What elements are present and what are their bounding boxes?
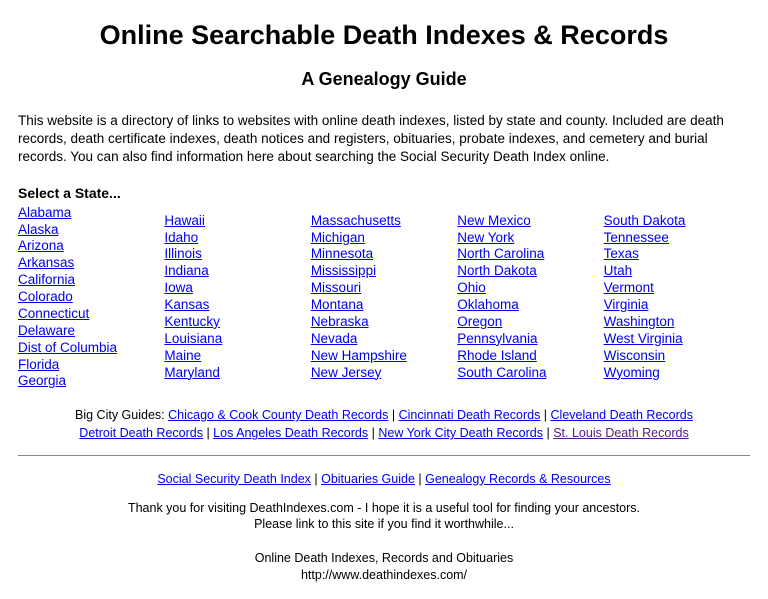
state-link[interactable]: Maine [164,348,310,365]
state-link[interactable]: Kansas [164,297,310,314]
city-link[interactable]: Cincinnati Death Records [399,408,541,422]
state-link[interactable]: Massachusetts [311,213,457,230]
state-link[interactable]: Illinois [164,246,310,263]
intro-text: This website is a directory of links to … [18,112,750,167]
state-link[interactable]: Maryland [164,365,310,382]
state-link[interactable]: Indiana [164,263,310,280]
state-link[interactable]: Rhode Island [457,348,603,365]
state-link[interactable]: Arkansas [18,255,164,272]
state-link[interactable]: Texas [604,246,750,263]
state-link[interactable]: Oklahoma [457,297,603,314]
state-link[interactable]: South Carolina [457,365,603,382]
state-link[interactable]: New Hampshire [311,348,457,365]
state-link[interactable]: Alabama [18,205,164,222]
state-link[interactable]: Michigan [311,230,457,247]
state-link[interactable]: Colorado [18,289,164,306]
state-link[interactable]: Nebraska [311,314,457,331]
state-link[interactable]: Alaska [18,222,164,239]
divider [18,455,750,456]
city-link[interactable]: Cleveland Death Records [551,408,693,422]
page-subtitle: A Genealogy Guide [18,69,750,90]
state-link[interactable]: Hawaii [164,213,310,230]
city-link[interactable]: Los Angeles Death Records [213,426,368,440]
state-link[interactable]: Connecticut [18,306,164,323]
state-link[interactable]: Iowa [164,280,310,297]
state-link[interactable]: Mississippi [311,263,457,280]
state-link[interactable]: Virginia [604,297,750,314]
footer-link[interactable]: Genealogy Records & Resources [425,472,611,486]
state-link[interactable]: New York [457,230,603,247]
state-link[interactable]: Dist of Columbia [18,340,164,357]
state-link[interactable]: Vermont [604,280,750,297]
city-link[interactable]: Detroit Death Records [79,426,203,440]
footer-please: Please link to this site if you find it … [254,517,514,531]
state-link[interactable]: New Mexico [457,213,603,230]
footer-links: Social Security Death Index | Obituaries… [18,472,750,486]
city-link[interactable]: New York City Death Records [378,426,543,440]
state-link[interactable]: West Virginia [604,331,750,348]
state-link[interactable]: Ohio [457,280,603,297]
state-link[interactable]: Tennessee [604,230,750,247]
state-link[interactable]: Delaware [18,323,164,340]
state-link[interactable]: Utah [604,263,750,280]
state-link[interactable]: Washington [604,314,750,331]
state-link[interactable]: Missouri [311,280,457,297]
footer-link[interactable]: Obituaries Guide [321,472,415,486]
state-link[interactable]: South Dakota [604,213,750,230]
big-city-label: Big City Guides: [75,408,168,422]
footer-text: Thank you for visiting DeathIndexes.com … [18,500,750,584]
footer-thanks: Thank you for visiting DeathIndexes.com … [128,501,640,515]
footer-name: Online Death Indexes, Records and Obitua… [255,551,513,565]
page-title: Online Searchable Death Indexes & Record… [18,20,750,51]
state-link[interactable]: Nevada [311,331,457,348]
state-link[interactable]: Oregon [457,314,603,331]
state-link[interactable]: North Carolina [457,246,603,263]
state-link[interactable]: Minnesota [311,246,457,263]
big-city-guides: Big City Guides: Chicago & Cook County D… [18,406,750,442]
state-link[interactable]: Montana [311,297,457,314]
state-link[interactable]: Wisconsin [604,348,750,365]
state-link[interactable]: Florida [18,357,164,374]
state-link[interactable]: Louisiana [164,331,310,348]
state-link[interactable]: California [18,272,164,289]
city-link[interactable]: St. Louis Death Records [553,426,689,440]
state-link[interactable]: North Dakota [457,263,603,280]
state-link[interactable]: Kentucky [164,314,310,331]
state-link[interactable]: Georgia [18,373,164,390]
state-link[interactable]: New Jersey [311,365,457,382]
state-link[interactable]: Wyoming [604,365,750,382]
state-link[interactable]: Pennsylvania [457,331,603,348]
state-link[interactable]: Arizona [18,238,164,255]
state-columns: AlabamaAlaskaArizonaArkansasCaliforniaCo… [18,205,750,391]
footer-link[interactable]: Social Security Death Index [157,472,311,486]
city-link[interactable]: Chicago & Cook County Death Records [168,408,388,422]
select-state-label: Select a State... [18,185,750,201]
state-link[interactable]: Idaho [164,230,310,247]
footer-url: http://www.deathindexes.com/ [301,568,467,582]
